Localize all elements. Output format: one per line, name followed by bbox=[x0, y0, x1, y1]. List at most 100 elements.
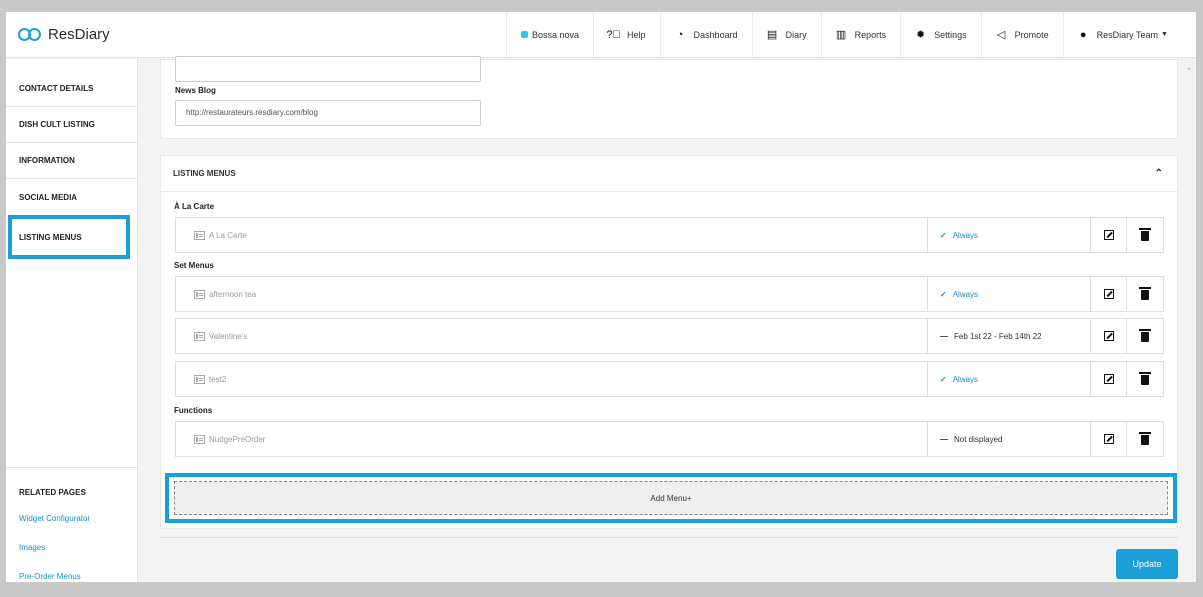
gear-icon: ✹ bbox=[916, 29, 926, 41]
menu-doc-icon bbox=[194, 374, 205, 384]
link-widget-configurator[interactable]: Widget Configurator bbox=[6, 512, 137, 541]
reports-icon: ▥ bbox=[835, 29, 847, 41]
edit-button[interactable] bbox=[1091, 422, 1127, 456]
delete-button[interactable] bbox=[1127, 218, 1163, 252]
status-text: Feb 1st 22 - Feb 14th 22 bbox=[954, 331, 1042, 341]
sidebar-item-contact-details[interactable]: CONTACT DETAILS bbox=[6, 59, 137, 107]
trash-icon bbox=[1139, 329, 1151, 342]
sidebar-item-label: SOCIAL MEDIA bbox=[19, 192, 78, 202]
sidebar-item-information[interactable]: INFORMATION bbox=[6, 143, 137, 179]
top-navigation-bar: ResDiary Bossa nova ?⃝ Help ◔ Dashboard … bbox=[6, 12, 1196, 58]
menu-name-cell[interactable]: A La Carte bbox=[176, 218, 928, 252]
scroll-up-icon[interactable]: ⌃ bbox=[1186, 67, 1192, 75]
diary-icon: ▤ bbox=[766, 29, 778, 41]
menu-row[interactable]: Valentine's — Feb 1st 22 - Feb 14th 22 bbox=[175, 318, 1164, 354]
menu-name: afternoon tea bbox=[209, 289, 257, 299]
menu-name-cell[interactable]: test2 bbox=[176, 362, 928, 396]
news-blog-label: News Blog bbox=[175, 86, 216, 95]
check-icon: ✓ bbox=[940, 230, 947, 240]
chevron-up-icon[interactable]: ⌃ bbox=[1155, 168, 1163, 179]
menu-name: test2 bbox=[209, 374, 227, 384]
menu-name-cell[interactable]: NudgePreOrder bbox=[176, 422, 928, 456]
status-dot-icon bbox=[521, 31, 528, 38]
edit-icon bbox=[1103, 289, 1114, 299]
logo[interactable]: ResDiary bbox=[18, 26, 506, 43]
check-icon: ✓ bbox=[940, 374, 947, 384]
menu-name-cell[interactable]: Valentine's bbox=[176, 319, 928, 353]
user-icon: ● bbox=[1079, 28, 1087, 41]
website-input[interactable] bbox=[175, 56, 481, 82]
logo-text: ResDiary bbox=[48, 26, 110, 43]
news-blog-input[interactable]: http://restaurateurs.resdiary.com/blog bbox=[175, 100, 481, 126]
menu-status: ✓ Always bbox=[928, 218, 1091, 252]
status-text: Always bbox=[952, 230, 979, 240]
nav-label: Reports bbox=[854, 29, 887, 40]
update-button[interactable]: Update bbox=[1116, 549, 1178, 579]
group-label-a-la-carte: À La Carte bbox=[174, 202, 215, 211]
sidebar-item-listing-menus[interactable]: LISTING MENUS bbox=[8, 215, 130, 259]
nav-diary[interactable]: ▤ Diary bbox=[751, 12, 821, 58]
listing-menus-header[interactable]: LISTING MENUS ⌃ bbox=[161, 156, 1177, 192]
edit-button[interactable] bbox=[1091, 362, 1127, 396]
link-images[interactable]: Images bbox=[6, 541, 137, 570]
menu-row[interactable]: NudgePreOrder — Not displayed bbox=[175, 421, 1164, 457]
edit-button[interactable] bbox=[1091, 319, 1127, 353]
nav-label: Promote bbox=[1014, 29, 1049, 40]
sidebar-item-label: INFORMATION bbox=[19, 156, 75, 165]
dash-icon: — bbox=[940, 434, 948, 444]
link-pre-order-menus[interactable]: Pre-Order Menus bbox=[6, 570, 137, 582]
status-text: Always bbox=[952, 374, 979, 384]
group-label-set-menus: Set Menus bbox=[174, 261, 215, 270]
menu-status: — Not displayed bbox=[928, 422, 1091, 456]
menu-doc-icon bbox=[194, 434, 205, 444]
edit-icon bbox=[1103, 331, 1114, 341]
menu-status: ✓ Always bbox=[928, 362, 1091, 396]
menu-doc-icon bbox=[194, 289, 205, 299]
main-content: News Blog http://restaurateurs.resdiary.… bbox=[160, 56, 1178, 579]
nav-reports[interactable]: ▥ Reports bbox=[820, 12, 901, 58]
nav-promote[interactable]: ◁ Promote bbox=[980, 12, 1063, 58]
related-pages: RELATED PAGES Widget Configurator Images… bbox=[6, 467, 137, 582]
sidebar-item-label: LISTING MENUS bbox=[19, 232, 82, 242]
group-label-functions: Functions bbox=[174, 406, 213, 415]
trash-icon bbox=[1139, 228, 1151, 241]
megaphone-icon: ◁ bbox=[996, 29, 1006, 41]
delete-button[interactable] bbox=[1127, 362, 1163, 396]
resdiary-logo-icon bbox=[18, 28, 42, 41]
menu-row[interactable]: A La Carte ✓ Always bbox=[175, 217, 1164, 253]
trash-icon bbox=[1139, 287, 1151, 300]
divider bbox=[160, 537, 1178, 538]
sidebar-item-dish-cult-listing[interactable]: DISH CULT LISTING bbox=[6, 107, 137, 143]
sidebar-item-social-media[interactable]: SOCIAL MEDIA bbox=[6, 179, 137, 215]
nav-label: Help bbox=[627, 29, 646, 40]
top-nav: Bossa nova ?⃝ Help ◔ Dashboard ▤ Diary ▥… bbox=[506, 12, 1182, 58]
edit-icon bbox=[1103, 374, 1114, 384]
listing-menus-panel: LISTING MENUS ⌃ À La Carte A La Carte ✓ A… bbox=[160, 155, 1178, 529]
menu-row[interactable]: test2 ✓ Always bbox=[175, 361, 1164, 397]
dashboard-icon: ◔ bbox=[676, 28, 684, 41]
edit-button[interactable] bbox=[1091, 218, 1127, 252]
delete-button[interactable] bbox=[1127, 422, 1163, 456]
restaurant-selector[interactable]: Bossa nova bbox=[506, 12, 593, 58]
restaurant-name: Bossa nova bbox=[532, 29, 580, 40]
add-menu-button[interactable]: Add Menu+ bbox=[174, 481, 1168, 515]
status-text: Always bbox=[952, 289, 979, 299]
nav-help[interactable]: ?⃝ Help bbox=[593, 12, 660, 58]
menu-status: — Feb 1st 22 - Feb 14th 22 bbox=[928, 319, 1091, 353]
menu-doc-icon bbox=[194, 230, 205, 240]
add-menu-highlight: Add Menu+ bbox=[165, 473, 1177, 523]
menu-name: Valentine's bbox=[209, 331, 248, 341]
menu-doc-icon bbox=[194, 331, 205, 341]
page-scrollbar[interactable]: ⌃ bbox=[1178, 59, 1196, 582]
user-menu[interactable]: ● ResDiary Team ▼ bbox=[1062, 12, 1182, 58]
menu-name-cell[interactable]: afternoon tea bbox=[176, 277, 928, 311]
edit-icon bbox=[1103, 230, 1114, 240]
check-icon: ✓ bbox=[940, 289, 947, 299]
nav-dashboard[interactable]: ◔ Dashboard bbox=[659, 12, 752, 58]
status-text: Not displayed bbox=[954, 434, 1003, 444]
delete-button[interactable] bbox=[1127, 319, 1163, 353]
edit-button[interactable] bbox=[1091, 277, 1127, 311]
menu-row[interactable]: afternoon tea ✓ Always bbox=[175, 276, 1164, 312]
delete-button[interactable] bbox=[1127, 277, 1163, 311]
nav-settings[interactable]: ✹ Settings bbox=[900, 12, 981, 58]
